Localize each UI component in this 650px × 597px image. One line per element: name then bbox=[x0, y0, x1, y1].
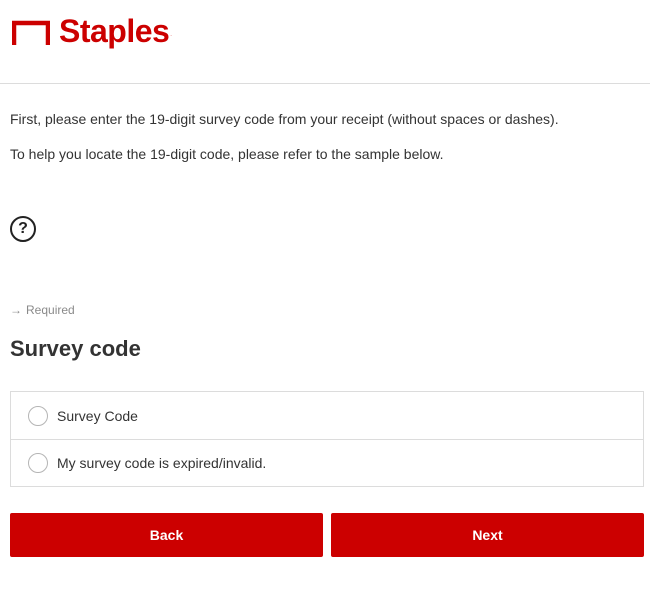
question-title: Survey code bbox=[10, 336, 141, 361]
radio-survey-code[interactable] bbox=[28, 405, 48, 426]
staples-logo: Staples . bbox=[12, 14, 172, 48]
brand-name: Staples bbox=[59, 13, 170, 49]
option-label: My survey code is expired/invalid. bbox=[57, 455, 267, 471]
staples-bracket-logo-icon bbox=[12, 20, 50, 45]
intro-sample-hint: To help you locate the 19-digit code, pl… bbox=[10, 146, 444, 162]
option-label: Survey Code bbox=[57, 407, 138, 424]
brand-trademark: . bbox=[170, 32, 172, 38]
survey-code-options: Survey Code My survey code is expired/in… bbox=[10, 391, 644, 487]
help-icon-symbol: ? bbox=[18, 220, 28, 237]
option-survey-code[interactable]: Survey Code bbox=[11, 392, 643, 439]
arrow-right-icon: → bbox=[10, 303, 22, 317]
page-header: Staples . bbox=[0, 0, 650, 84]
next-button[interactable]: Next bbox=[331, 513, 644, 557]
back-button[interactable]: Back bbox=[10, 513, 323, 557]
question-circle-icon[interactable]: ? bbox=[10, 216, 36, 242]
required-label: Required bbox=[26, 303, 75, 317]
option-code-expired[interactable]: My survey code is expired/invalid. bbox=[11, 439, 643, 486]
radio-code-expired[interactable] bbox=[28, 453, 48, 473]
required-indicator: → Required bbox=[10, 303, 75, 317]
intro-instruction: First, please enter the 19-digit survey … bbox=[10, 111, 559, 127]
